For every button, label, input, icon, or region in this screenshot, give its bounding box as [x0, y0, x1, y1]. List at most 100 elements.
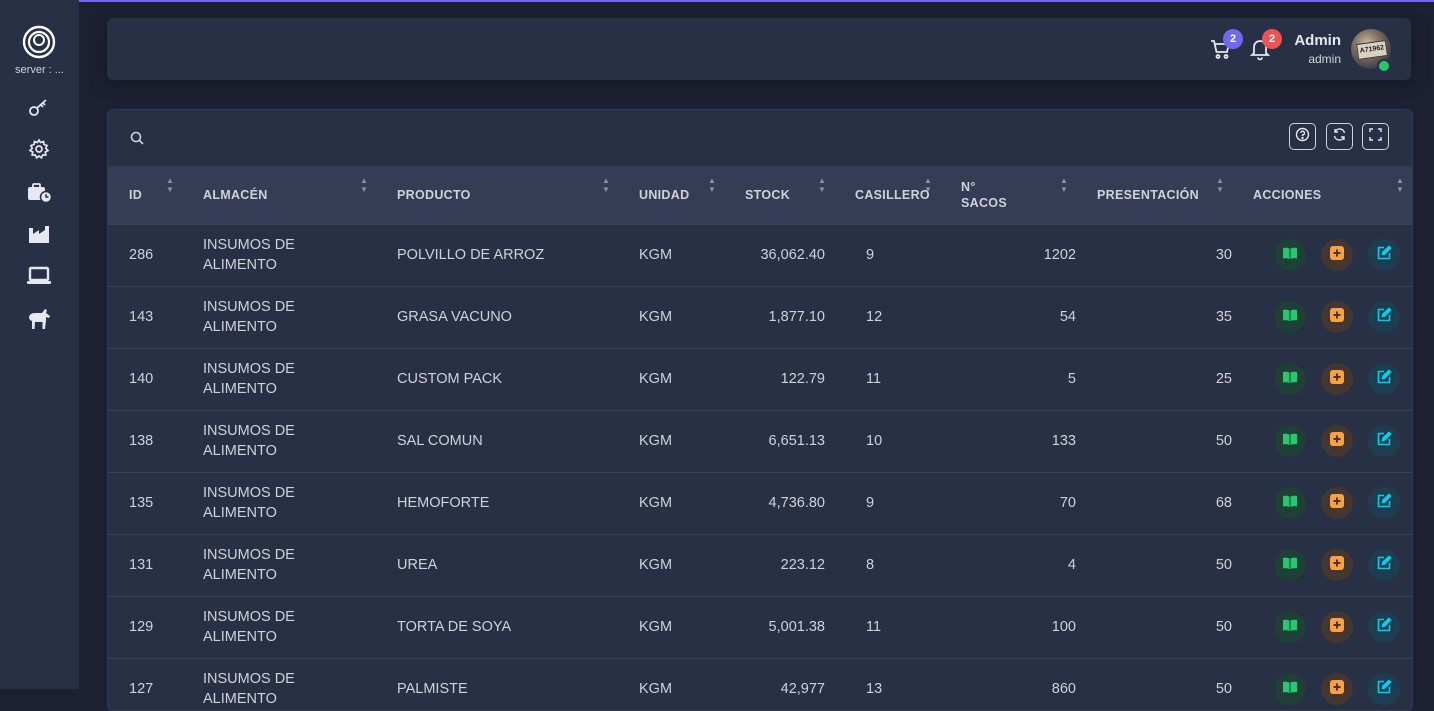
help-button[interactable]	[1289, 123, 1316, 150]
column-header-presentacion[interactable]: PRESENTACIÓN ▲ ▼	[1076, 166, 1232, 224]
sidebar: server : ...	[0, 0, 79, 689]
plus-square-icon	[1330, 308, 1344, 326]
table-row[interactable]: 143 INSUMOS DE ALIMENTO GRASA VACUNO KGM …	[108, 286, 1412, 348]
add-button[interactable]	[1321, 673, 1353, 706]
add-button[interactable]	[1321, 487, 1353, 519]
edit-button[interactable]	[1368, 673, 1400, 706]
cell-casillero: 11	[866, 619, 882, 635]
cell-stock: 223.12	[780, 557, 825, 573]
table-row[interactable]: 138 INSUMOS DE ALIMENTO SAL COMUN KGM 6,6…	[108, 410, 1412, 472]
add-button[interactable]	[1321, 425, 1353, 457]
view-book-button[interactable]	[1274, 549, 1306, 581]
sort-icon[interactable]: ▲ ▼	[602, 176, 610, 194]
fullscreen-icon	[1368, 127, 1383, 147]
column-header-sacos[interactable]: N° SACOS ▲ ▼	[940, 166, 1076, 224]
view-book-button[interactable]	[1274, 673, 1306, 706]
sort-icon[interactable]: ▲ ▼	[818, 176, 826, 194]
column-header-casillero[interactable]: CASILLERO ▲ ▼	[834, 166, 940, 224]
sort-icon[interactable]: ▲ ▼	[708, 176, 716, 194]
plus-square-icon	[1330, 246, 1344, 264]
add-button[interactable]	[1321, 301, 1353, 333]
add-button[interactable]	[1321, 611, 1353, 643]
cell-unidad: KGM	[639, 371, 673, 387]
edit-button[interactable]	[1368, 425, 1400, 457]
column-header-id[interactable]: ID ▲ ▼	[108, 166, 182, 224]
app-logo-icon[interactable]	[22, 25, 56, 59]
sort-icon[interactable]: ▲ ▼	[1060, 176, 1068, 194]
cell-sacos: 1202	[1043, 247, 1076, 263]
cell-producto: PALMISTE	[397, 681, 468, 698]
horse-icon[interactable]	[24, 304, 54, 334]
column-header-almacen[interactable]: ALMACÉN ▲ ▼	[182, 166, 376, 224]
cell-acciones	[1232, 658, 1412, 710]
cell-acciones	[1232, 596, 1412, 658]
edit-button[interactable]	[1368, 611, 1400, 643]
cell-presentacion: 25	[1215, 371, 1232, 387]
briefcase-clock-icon[interactable]	[24, 177, 54, 207]
table-row[interactable]: 286 INSUMOS DE ALIMENTO POLVILLO DE ARROZ…	[108, 224, 1412, 286]
table-row[interactable]: 131 INSUMOS DE ALIMENTO UREA KGM 223.12 8…	[108, 534, 1412, 596]
top-navbar: 2 2 Admin admin A71962	[107, 18, 1411, 80]
cell-unidad: KGM	[639, 433, 673, 449]
view-book-button[interactable]	[1274, 611, 1306, 643]
cart-icon[interactable]: 2	[1209, 29, 1243, 61]
bell-icon[interactable]: 2	[1248, 29, 1282, 61]
sort-icon[interactable]: ▲ ▼	[166, 176, 174, 194]
cell-sacos: 5	[1067, 371, 1076, 387]
inventory-table-card: ID ▲ ▼ ALMACÉN ▲ ▼ PRODUCTO ▲ ▼ UNIDAD ▲ ▼ STOCK…	[107, 109, 1413, 711]
edit-icon	[1376, 431, 1392, 451]
sort-icon[interactable]: ▲ ▼	[1216, 176, 1224, 194]
cell-acciones	[1232, 472, 1412, 534]
column-header-producto[interactable]: PRODUCTO ▲ ▼	[376, 166, 618, 224]
cell-acciones	[1232, 224, 1412, 286]
cell-id: 127	[129, 681, 154, 698]
view-book-button[interactable]	[1274, 301, 1306, 333]
cell-sacos: 860	[1051, 681, 1076, 698]
cell-acciones	[1232, 286, 1412, 348]
fullscreen-button[interactable]	[1362, 123, 1389, 150]
column-header-unidad[interactable]: UNIDAD ▲ ▼	[618, 166, 724, 224]
factory-icon[interactable]	[24, 219, 54, 249]
cell-stock: 6,651.13	[768, 433, 825, 449]
key-icon[interactable]	[24, 92, 54, 122]
table-row[interactable]: 129 INSUMOS DE ALIMENTO TORTA DE SOYA KGM…	[108, 596, 1412, 658]
column-header-stock[interactable]: STOCK ▲ ▼	[724, 166, 834, 224]
view-book-button[interactable]	[1274, 239, 1306, 271]
book-open-icon	[1282, 618, 1298, 636]
search-input[interactable]	[148, 124, 752, 154]
laptop-icon[interactable]	[24, 261, 54, 291]
view-book-button[interactable]	[1274, 363, 1306, 395]
sort-icon[interactable]: ▲ ▼	[360, 176, 368, 194]
table-row[interactable]: 127 INSUMOS DE ALIMENTO PALMISTE KGM 42,9…	[108, 658, 1412, 710]
edit-icon	[1376, 493, 1392, 513]
cell-unidad: KGM	[639, 495, 673, 511]
cell-casillero: 13	[866, 681, 883, 698]
cell-presentacion: 30	[1215, 247, 1232, 263]
add-button[interactable]	[1321, 363, 1353, 395]
edit-button[interactable]	[1368, 363, 1400, 395]
view-book-button[interactable]	[1274, 425, 1306, 457]
edit-icon	[1376, 679, 1392, 699]
sort-icon[interactable]: ▲ ▼	[1396, 176, 1404, 194]
cell-almacen: INSUMOS DE ALIMENTO	[203, 485, 295, 521]
view-book-button[interactable]	[1274, 487, 1306, 519]
cell-almacen: INSUMOS DE ALIMENTO	[203, 237, 295, 273]
table-row[interactable]: 140 INSUMOS DE ALIMENTO CUSTOM PACK KGM 1…	[108, 348, 1412, 410]
help-icon	[1295, 127, 1310, 147]
table-row[interactable]: 135 INSUMOS DE ALIMENTO HEMOFORTE KGM 4,7…	[108, 472, 1412, 534]
edit-button[interactable]	[1368, 239, 1400, 271]
cell-unidad: KGM	[639, 619, 673, 635]
inventory-table: ID ▲ ▼ ALMACÉN ▲ ▼ PRODUCTO ▲ ▼ UNIDAD ▲ ▼ STOCK…	[108, 166, 1412, 710]
gear-icon[interactable]	[24, 134, 54, 164]
user-name[interactable]: Admin	[1294, 32, 1341, 49]
book-open-icon	[1282, 556, 1298, 574]
cell-presentacion: 50	[1215, 619, 1232, 635]
add-button[interactable]	[1321, 239, 1353, 271]
edit-button[interactable]	[1368, 549, 1400, 581]
edit-button[interactable]	[1368, 301, 1400, 333]
edit-icon	[1376, 307, 1392, 327]
refresh-button[interactable]	[1326, 123, 1353, 150]
edit-button[interactable]	[1368, 487, 1400, 519]
sort-icon[interactable]: ▲ ▼	[924, 176, 932, 194]
add-button[interactable]	[1321, 549, 1353, 581]
